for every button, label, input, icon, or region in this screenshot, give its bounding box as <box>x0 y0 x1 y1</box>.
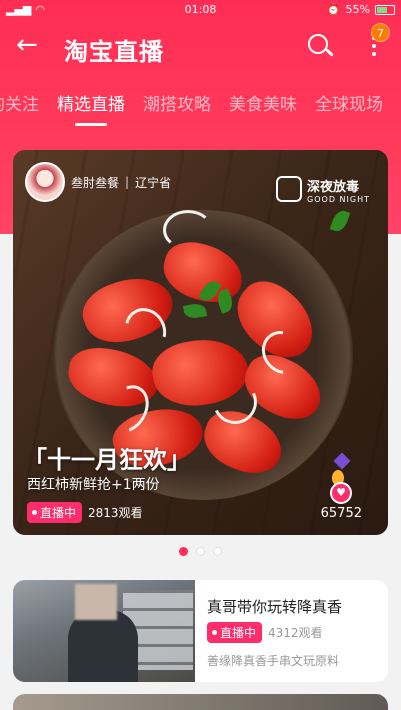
featured-live-card[interactable]: 叁肘叁餐 | 辽宁省 深夜放毒 GOOD NIGHT 「十一月狂欢」 西红柿新鲜… <box>13 150 388 535</box>
tab-fashion[interactable]: 潮搭攻略 <box>143 90 211 126</box>
live-status-row: 直播中 4312观看 <box>207 622 323 643</box>
like-count: 65752 <box>320 506 362 521</box>
brand-name-cn: 深夜放毒 <box>307 180 360 195</box>
live-status-row: 直播中 2813观看 <box>27 502 143 523</box>
like-heart-icon[interactable]: ♥ <box>330 482 352 504</box>
tab-food[interactable]: 美食美味 <box>229 90 297 126</box>
live-badge: 直播中 <box>27 502 83 523</box>
carousel-dot[interactable] <box>196 547 205 556</box>
category-tabs: 的关注 精选直播 潮搭攻略 美食美味 全球现场 <box>0 90 383 130</box>
search-icon[interactable] <box>306 32 334 60</box>
host-location: 辽宁省 <box>135 175 172 190</box>
tab-global[interactable]: 全球现场 <box>315 90 383 126</box>
live-badge: 直播中 <box>207 622 263 643</box>
stream-description: 善缘降真香手串文玩原料 <box>207 654 340 668</box>
alarm-icon: ⏰ <box>326 3 341 16</box>
back-arrow-icon[interactable]: ← <box>16 30 46 60</box>
page-title: 淘宝直播 <box>64 38 164 66</box>
brand-name-en: GOOD NIGHT <box>307 195 370 204</box>
status-bar: ▂▄▆ ◠ 01:08 ⏰ 55% <box>0 0 401 20</box>
host-info[interactable]: 叁肘叁餐 | 辽宁省 <box>25 162 171 202</box>
tab-following[interactable]: 的关注 <box>0 90 39 126</box>
battery-icon <box>375 4 395 15</box>
battery-percent: 55% <box>345 3 370 16</box>
carousel-dot[interactable] <box>179 547 188 556</box>
brand-logo-icon <box>276 176 302 202</box>
live-dot-icon <box>212 630 217 635</box>
list-item[interactable] <box>13 694 388 710</box>
nav-bar: ← 淘宝直播 <box>0 22 401 70</box>
separator: | <box>125 175 130 189</box>
stream-title: 真哥带你玩转降真香 <box>207 598 343 616</box>
carousel-dot[interactable] <box>213 547 222 556</box>
avatar[interactable] <box>25 162 65 202</box>
notification-badge: 7 <box>371 23 390 42</box>
stream-thumbnail <box>13 580 195 682</box>
viewer-count: 4312观看 <box>268 626 323 640</box>
viewer-count: 2813观看 <box>88 506 143 520</box>
carousel-indicator <box>0 547 401 556</box>
live-dot-icon <box>32 510 37 515</box>
list-item[interactable]: 真哥带你玩转降真香 直播中 4312观看 善缘降真香手串文玩原料 <box>13 580 388 682</box>
promo-title: 「十一月狂欢」 <box>23 446 191 474</box>
tab-featured-live[interactable]: 精选直播 <box>57 90 125 126</box>
host-name: 叁肘叁餐 <box>71 175 120 190</box>
onion-ring <box>163 210 213 250</box>
promo-subtitle: 西红柿新鲜抢+1两份 <box>27 477 160 493</box>
brand-watermark: 深夜放毒 GOOD NIGHT <box>307 176 370 204</box>
